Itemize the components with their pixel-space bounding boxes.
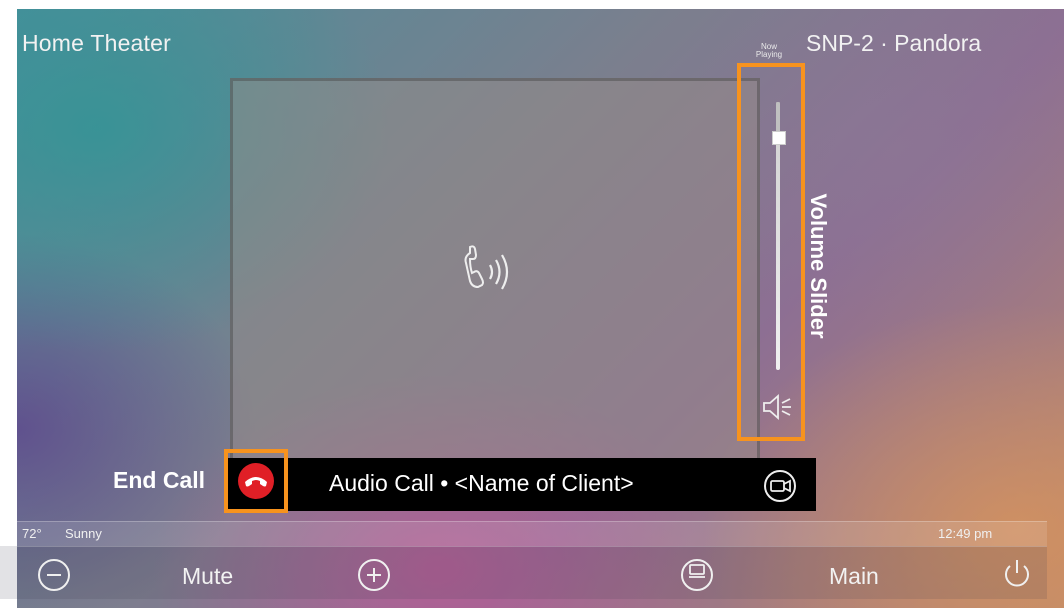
volume-slider-callout-box xyxy=(737,63,805,441)
now-playing-label: Now Playing xyxy=(749,43,789,59)
room-title: Home Theater xyxy=(22,30,171,56)
call-status-text: Audio Call • <Name of Client> xyxy=(329,470,634,496)
temperature: 72° xyxy=(22,526,42,541)
main-button[interactable]: Main xyxy=(829,563,879,590)
power-icon[interactable] xyxy=(999,556,1035,592)
end-call-callout-box xyxy=(224,449,288,513)
clock: 12:49 pm xyxy=(938,526,993,541)
phone-ringing-icon xyxy=(464,245,509,290)
call-video-panel xyxy=(230,78,760,462)
minus-circle-icon[interactable] xyxy=(36,557,72,593)
volume-slider-callout-label: Volume Slider xyxy=(806,193,831,339)
plus-circle-icon[interactable] xyxy=(356,557,392,593)
remote-menu-icon[interactable] xyxy=(679,557,715,593)
video-camera-icon[interactable] xyxy=(762,468,798,504)
status-strip xyxy=(0,521,1047,547)
now-playing-source[interactable]: SNP-2 · Pandora xyxy=(806,30,981,57)
mute-button[interactable]: Mute xyxy=(182,563,233,590)
now-playing-line-2: Playing xyxy=(755,50,783,59)
bottom-control-bar xyxy=(0,546,1047,599)
end-call-callout-label: End Call xyxy=(113,467,206,493)
weather-condition: Sunny xyxy=(65,526,102,541)
